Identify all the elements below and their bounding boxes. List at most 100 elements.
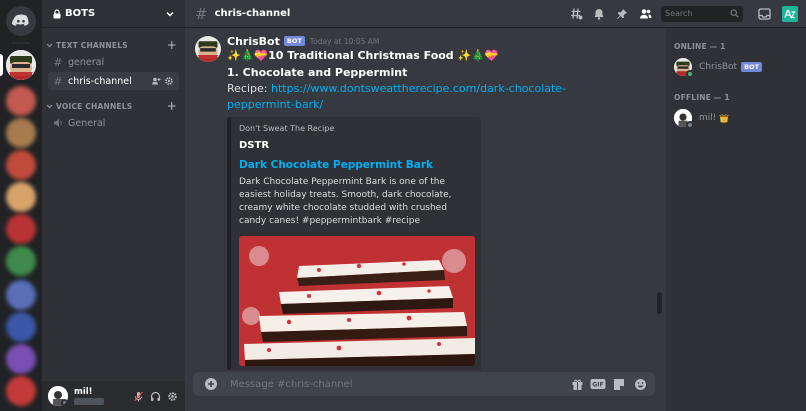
mute-button[interactable] bbox=[131, 389, 145, 403]
extension-logo-icon bbox=[782, 5, 798, 22]
speaker-icon bbox=[54, 119, 62, 127]
peppermint-bark-photo-icon bbox=[239, 236, 475, 366]
channel-item-chris-channel[interactable]: # chris-channel bbox=[48, 72, 179, 90]
member-name: mil! bbox=[699, 113, 717, 123]
member-item[interactable]: mil! 👑 bbox=[674, 106, 806, 130]
recipe-prefix: Recipe: bbox=[227, 82, 271, 95]
emoji-icon bbox=[634, 378, 646, 390]
avatar bbox=[674, 58, 694, 78]
channel-item-voice-general[interactable]: General bbox=[48, 114, 179, 132]
server-icon[interactable] bbox=[6, 86, 36, 116]
sticker-button[interactable] bbox=[610, 376, 628, 392]
category-label: TEXT CHANNELS bbox=[56, 40, 128, 50]
inbox-button[interactable] bbox=[754, 4, 774, 24]
add-channel-icon[interactable]: + bbox=[167, 99, 177, 113]
member-list: ONLINE — 1 ChrisBot BOT OFFLINE — 1 mil!… bbox=[666, 28, 806, 411]
member-name: ChrisBot bbox=[699, 62, 738, 72]
status-indicator bbox=[686, 121, 694, 129]
search-box[interactable] bbox=[661, 5, 743, 22]
message-author[interactable]: ChrisBot bbox=[227, 35, 280, 48]
channel-name: chris-channel bbox=[68, 75, 132, 87]
scrollbar-thumb[interactable] bbox=[657, 292, 662, 314]
pinned-messages-button[interactable] bbox=[612, 4, 632, 24]
home-button[interactable] bbox=[6, 6, 36, 36]
message-composer: GIF bbox=[193, 372, 655, 396]
threads-button[interactable] bbox=[566, 4, 586, 24]
chevron-down-icon bbox=[46, 104, 53, 108]
server-icon[interactable] bbox=[6, 344, 36, 374]
gif-button[interactable]: GIF bbox=[589, 376, 607, 392]
text-channel-icon: # bbox=[53, 74, 63, 88]
bot-avatar-icon bbox=[6, 50, 36, 80]
recipe-link[interactable]: https://www.dontsweattherecipe.com/dark-… bbox=[227, 82, 566, 111]
user-panel: mil! bbox=[42, 381, 185, 411]
message-item-heading: 1. Chocolate and Peppermint bbox=[227, 66, 408, 79]
avatar bbox=[674, 109, 694, 129]
gear-icon bbox=[167, 391, 177, 401]
sticker-icon bbox=[614, 378, 624, 390]
notifications-button[interactable] bbox=[589, 4, 609, 24]
embed-author: DSTR bbox=[239, 140, 270, 151]
gear-icon[interactable] bbox=[164, 76, 174, 86]
chevron-down-icon[interactable] bbox=[165, 9, 175, 19]
channel-item-general[interactable]: # general bbox=[48, 53, 179, 71]
embed-title[interactable]: Dark Chocolate Peppermint Bark bbox=[239, 159, 473, 171]
server-icon[interactable] bbox=[6, 214, 36, 244]
gift-icon bbox=[572, 379, 582, 390]
message-recipe-line: Recipe: https://www.dontsweattherecipe.c… bbox=[227, 81, 617, 113]
chat-area: # chris-channel Search ChrisBot BOT Toda… bbox=[185, 0, 806, 411]
category-text-channels[interactable]: TEXT CHANNELS + bbox=[42, 38, 185, 52]
channel-header: # chris-channel bbox=[185, 0, 806, 28]
emoji-button[interactable] bbox=[631, 376, 649, 392]
search-icon bbox=[730, 9, 739, 18]
server-header[interactable]: BOTS bbox=[42, 0, 185, 28]
message-input[interactable] bbox=[230, 378, 565, 390]
text-channel-icon: # bbox=[195, 4, 208, 23]
username: mil! bbox=[74, 387, 93, 397]
channel-sidebar: BOTS TEXT CHANNELS + # general # chris-c… bbox=[42, 0, 185, 411]
bot-badge: BOT bbox=[283, 36, 305, 46]
user-tag-redacted bbox=[74, 398, 104, 405]
deafen-button[interactable] bbox=[148, 389, 162, 403]
members-icon bbox=[639, 8, 651, 18]
add-channel-icon[interactable]: + bbox=[167, 38, 177, 52]
lock-icon bbox=[53, 8, 61, 18]
avatar[interactable] bbox=[48, 386, 68, 406]
headphones-icon bbox=[150, 391, 160, 401]
selected-server-indicator bbox=[0, 54, 3, 76]
guild-separator bbox=[12, 42, 30, 44]
plus-circle-icon bbox=[205, 378, 217, 390]
message-title-line: ✨🎄💝10 Traditional Christmas Food ✨🎄💝 bbox=[227, 49, 499, 62]
server-icon[interactable] bbox=[6, 280, 36, 310]
bell-icon bbox=[594, 8, 604, 20]
channel-name: General bbox=[68, 117, 106, 129]
app-extension-button[interactable] bbox=[780, 4, 800, 24]
server-icon[interactable] bbox=[6, 376, 36, 406]
user-settings-button[interactable] bbox=[165, 389, 179, 403]
server-icon[interactable] bbox=[6, 118, 36, 148]
server-name: BOTS bbox=[65, 8, 96, 19]
search-input[interactable] bbox=[665, 9, 730, 18]
server-icon[interactable] bbox=[6, 246, 36, 276]
upload-button[interactable] bbox=[202, 376, 220, 392]
crown-emoji: 👑 bbox=[719, 113, 730, 123]
category-label: VOICE CHANNELS bbox=[56, 101, 133, 111]
member-item[interactable]: ChrisBot BOT bbox=[674, 55, 806, 79]
message-list: ChrisBot BOT Today at 10:05 AM ✨🎄💝10 Tra… bbox=[185, 28, 666, 370]
members-offline-header: OFFLINE — 1 bbox=[674, 93, 730, 102]
avatar[interactable] bbox=[195, 36, 221, 62]
embed-image[interactable] bbox=[239, 236, 475, 366]
chevron-down-icon bbox=[46, 43, 53, 47]
members-online-header: ONLINE — 1 bbox=[674, 42, 726, 51]
server-icon[interactable] bbox=[6, 182, 36, 212]
inbox-icon bbox=[757, 7, 771, 20]
server-icon[interactable] bbox=[6, 150, 36, 180]
server-icon-bots[interactable] bbox=[6, 50, 36, 80]
member-list-button[interactable] bbox=[635, 4, 655, 24]
category-voice-channels[interactable]: VOICE CHANNELS + bbox=[42, 99, 185, 113]
gift-button[interactable] bbox=[568, 376, 586, 392]
embed-provider[interactable]: Don't Sweat The Recipe bbox=[239, 124, 473, 133]
server-icon[interactable] bbox=[6, 312, 36, 342]
channel-title: chris-channel bbox=[214, 8, 291, 19]
invite-icon[interactable] bbox=[151, 76, 161, 86]
